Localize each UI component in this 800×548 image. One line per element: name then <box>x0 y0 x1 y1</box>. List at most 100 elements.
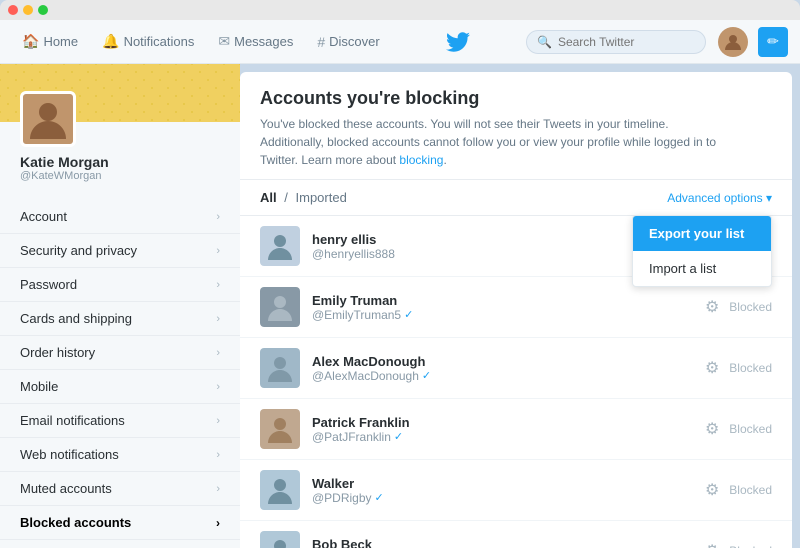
minimize-dot[interactable] <box>23 5 33 15</box>
chevron-icon: › <box>216 483 220 495</box>
avatar <box>260 470 300 510</box>
nav-discover[interactable]: # Discover <box>307 30 389 54</box>
gear-icon[interactable]: ⚙ <box>705 541 719 548</box>
advanced-options-button[interactable]: Advanced options ▾ <box>667 191 772 205</box>
account-handle: @PatJFranklin ✓ <box>312 430 693 444</box>
sidebar-item-password[interactable]: Password › <box>0 268 240 302</box>
account-info: Emily Truman @EmilyTruman5 ✓ <box>312 293 693 322</box>
gear-icon[interactable]: ⚙ <box>705 297 719 317</box>
search-bar[interactable]: 🔍 <box>526 30 706 54</box>
account-info: Patrick Franklin @PatJFranklin ✓ <box>312 415 693 444</box>
close-dot[interactable] <box>8 5 18 15</box>
account-name: Patrick Franklin <box>312 415 693 430</box>
filter-imported[interactable]: Imported <box>296 190 347 205</box>
nav-notifications-label: Notifications <box>124 34 195 49</box>
gear-icon[interactable]: ⚙ <box>705 419 719 439</box>
nav-messages-label: Messages <box>234 34 293 49</box>
sidebar-menu: Account › Security and privacy › Passwor… <box>0 200 240 548</box>
compose-button[interactable]: ✏ <box>758 27 788 57</box>
table-row: Alex MacDonough @AlexMacDonough ✓ ⚙ Bloc… <box>240 338 792 399</box>
account-handle: @EmilyTruman5 ✓ <box>312 308 693 322</box>
chevron-icon: › <box>216 313 220 325</box>
account-actions: ⚙ Blocked <box>705 358 772 378</box>
messages-icon: ✉ <box>218 33 230 50</box>
account-name: Alex MacDonough <box>312 354 693 369</box>
profile-banner <box>0 64 240 122</box>
advanced-dropdown: Advanced options ▾ Export your list Impo… <box>667 191 772 205</box>
sidebar-item-label: Web notifications <box>20 447 119 462</box>
sidebar-item-blocked[interactable]: Blocked accounts › <box>0 506 240 540</box>
gear-icon[interactable]: ⚙ <box>705 480 719 500</box>
account-name: Walker <box>312 476 693 491</box>
filter-tabs: All / Imported <box>260 190 347 205</box>
avatar <box>260 226 300 266</box>
chevron-icon: › <box>216 245 220 257</box>
table-row: Walker @PDRigby ✓ ⚙ Blocked <box>240 460 792 521</box>
blocking-link[interactable]: blocking <box>399 153 443 167</box>
content-panel: Accounts you're blocking You've blocked … <box>240 72 792 548</box>
nav-discover-label: Discover <box>329 34 380 49</box>
sidebar: Katie Morgan @KateWMorgan Account › Secu… <box>0 64 240 548</box>
search-input[interactable] <box>558 35 688 49</box>
maximize-dot[interactable] <box>38 5 48 15</box>
avatar <box>260 287 300 327</box>
content-header: Accounts you're blocking You've blocked … <box>240 72 792 180</box>
sidebar-item-account[interactable]: Account › <box>0 200 240 234</box>
blocked-badge: Blocked <box>729 544 772 548</box>
verified-icon: ✓ <box>394 430 403 443</box>
main-area: Katie Morgan @KateWMorgan Account › Secu… <box>0 64 800 548</box>
nav-home[interactable]: 🏠 Home <box>12 29 88 54</box>
blocked-badge: Blocked <box>729 483 772 497</box>
account-handle: @AlexMacDonough ✓ <box>312 369 693 383</box>
blocked-badge: Blocked <box>729 361 772 375</box>
gear-icon[interactable]: ⚙ <box>705 358 719 378</box>
hashtag-icon: # <box>317 34 325 50</box>
blocked-badge: Blocked <box>729 300 772 314</box>
avatar <box>260 348 300 388</box>
chevron-icon: › <box>216 381 220 393</box>
sidebar-item-label: Cards and shipping <box>20 311 132 326</box>
account-actions: ⚙ Blocked <box>705 297 772 317</box>
account-name: Bob Beck <box>312 537 693 548</box>
top-nav: 🏠 Home 🔔 Notifications ✉ Messages # Disc… <box>0 20 800 64</box>
nav-notifications[interactable]: 🔔 Notifications <box>92 29 204 54</box>
sidebar-item-security[interactable]: Security and privacy › <box>0 234 240 268</box>
sidebar-item-muted[interactable]: Muted accounts › <box>0 472 240 506</box>
sidebar-item-label: Order history <box>20 345 95 360</box>
blocked-badge: Blocked <box>729 422 772 436</box>
dropdown-menu: Export your list Import a list <box>632 215 772 287</box>
user-avatar-nav[interactable] <box>718 27 748 57</box>
account-handle: @PDRigby ✓ <box>312 491 693 505</box>
sidebar-item-design[interactable]: Design › <box>0 540 240 548</box>
nav-messages[interactable]: ✉ Messages <box>208 29 303 54</box>
content-description: You've blocked these accounts. You will … <box>260 115 720 169</box>
verified-icon: ✓ <box>404 308 413 321</box>
chevron-icon: › <box>216 279 220 291</box>
account-actions: ⚙ Blocked <box>705 419 772 439</box>
profile-handle: @KateWMorgan <box>20 170 220 182</box>
export-list-button[interactable]: Export your list <box>633 216 771 251</box>
avatar <box>260 531 300 548</box>
chevron-icon: › <box>216 449 220 461</box>
chevron-icon: › <box>216 211 220 223</box>
notifications-icon: 🔔 <box>102 33 119 50</box>
chevron-icon: › <box>216 415 220 427</box>
import-list-button[interactable]: Import a list <box>633 251 771 286</box>
table-row: Patrick Franklin @PatJFranklin ✓ ⚙ Block… <box>240 399 792 460</box>
account-info: Walker @PDRigby ✓ <box>312 476 693 505</box>
sidebar-item-cards[interactable]: Cards and shipping › <box>0 302 240 336</box>
sidebar-item-email-notif[interactable]: Email notifications › <box>0 404 240 438</box>
chevron-icon: › <box>216 347 220 359</box>
filter-all[interactable]: All <box>260 190 277 205</box>
account-info: Bob Beck @BobBeckBulldog49 <box>312 537 693 548</box>
verified-icon: ✓ <box>422 369 431 382</box>
twitter-logo <box>394 32 522 52</box>
table-row: Bob Beck @BobBeckBulldog49 ⚙ Blocked <box>240 521 792 548</box>
sidebar-item-web-notif[interactable]: Web notifications › <box>0 438 240 472</box>
avatar <box>260 409 300 449</box>
nav-home-label: Home <box>43 34 78 49</box>
sidebar-item-order[interactable]: Order history › <box>0 336 240 370</box>
sidebar-item-mobile[interactable]: Mobile › <box>0 370 240 404</box>
account-actions: ⚙ Blocked <box>705 541 772 548</box>
filter-bar: All / Imported Advanced options ▾ Export… <box>240 180 792 216</box>
